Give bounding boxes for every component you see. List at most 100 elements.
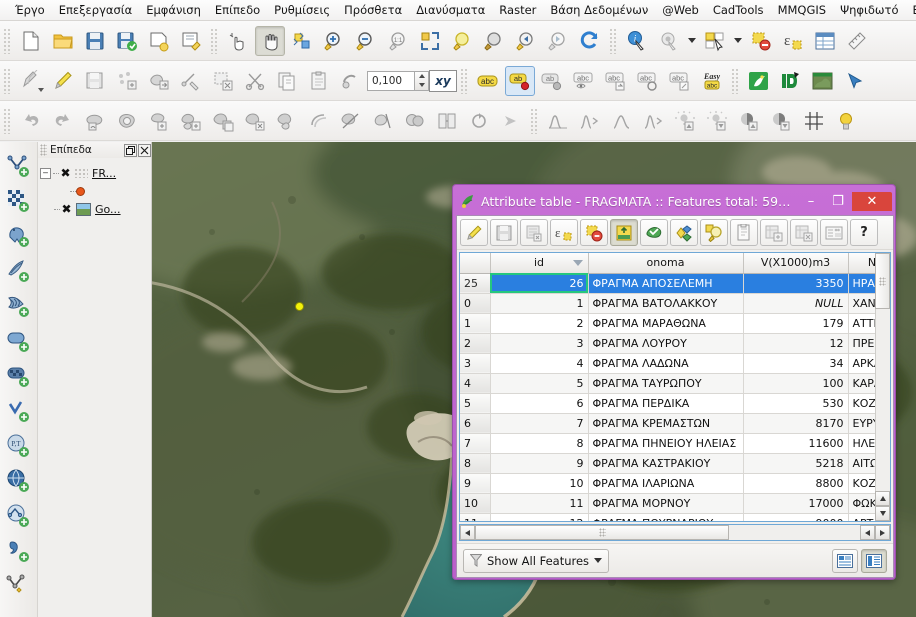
cell-volume[interactable]: 9000 xyxy=(743,513,849,521)
contrast-decrease-icon[interactable] xyxy=(767,106,797,136)
grass-icon[interactable] xyxy=(744,66,774,96)
new-spatialite-layer-icon[interactable] xyxy=(3,183,35,218)
cell-onoma[interactable]: ΦΡΑΓΜΑ ΚΡΕΜΑΣΤΩΝ xyxy=(588,413,744,434)
cell-volume[interactable]: 3350 xyxy=(743,273,849,294)
pan-to-selection-icon[interactable] xyxy=(287,26,317,56)
cell-id[interactable]: 8 xyxy=(490,433,589,454)
layer-visibility-checkbox-2[interactable]: ✖ xyxy=(60,202,73,216)
cell-volume[interactable]: 11600 xyxy=(743,433,849,454)
split-features-icon[interactable] xyxy=(336,106,366,136)
chevron-down-icon-2[interactable] xyxy=(734,38,742,43)
cell-id[interactable]: 4 xyxy=(490,353,589,374)
merge-attributes-icon[interactable] xyxy=(432,106,462,136)
save-project-as-icon[interactable] xyxy=(112,26,142,56)
table-row[interactable]: 4 5 ΦΡΑΓΜΑ ΤΑΥΡΩΠΟΥ 100 ΚΑΡΔΙΤΣΑΣ xyxy=(460,373,890,394)
cell-id[interactable]: 2 xyxy=(490,313,589,334)
save-project-icon[interactable] xyxy=(80,26,110,56)
histogram-icon[interactable] xyxy=(543,106,573,136)
table-row[interactable]: 3 4 ΦΡΑΓΜΑ ΛΑΔΩΝΑ 34 ΑΡΚΑΔΙΑΣ xyxy=(460,353,890,374)
select-all-icon[interactable] xyxy=(640,219,668,246)
contrast-increase-icon[interactable] xyxy=(735,106,765,136)
copy-selected-icon[interactable] xyxy=(730,219,758,246)
select-features-icon[interactable] xyxy=(700,26,730,56)
add-delimited-text-icon[interactable]: P,T xyxy=(3,428,35,463)
add-part-icon[interactable] xyxy=(144,106,174,136)
cell-onoma[interactable]: ΦΡΑΓΜΑ ΙΛΑΡΙΩΝΑ xyxy=(588,473,744,494)
cell-onoma[interactable]: ΦΡΑΓΜΑ ΚΑΣΤΡΑΚΙΟΥ xyxy=(588,453,744,474)
paste-features-icon[interactable] xyxy=(304,66,334,96)
invert-selection-icon[interactable] xyxy=(670,219,698,246)
table-view-icon[interactable] xyxy=(832,548,858,573)
toolbar3-grip-2[interactable] xyxy=(530,107,539,134)
deselect-features-icon[interactable] xyxy=(746,26,776,56)
copy-features-icon[interactable] xyxy=(272,66,302,96)
zoom-next-icon[interactable] xyxy=(543,26,573,56)
add-ring-icon[interactable] xyxy=(112,106,142,136)
toolbar2-grip-3[interactable] xyxy=(731,67,740,94)
hscroll-thumb[interactable] xyxy=(475,525,729,540)
toolbar-grip-3[interactable] xyxy=(609,27,618,54)
column-header-id[interactable]: id xyxy=(490,253,589,274)
menu-mmqgis[interactable]: MMQGIS xyxy=(771,1,834,20)
cell-id[interactable]: 3 xyxy=(490,333,589,354)
cell-onoma[interactable]: ΦΡΑΓΜΑ ΤΑΥΡΩΠΟΥ xyxy=(588,373,744,394)
new-project-icon[interactable] xyxy=(16,26,46,56)
table-row[interactable]: 11 12 ΦΡΑΓΜΑ ΠΟΥΡΝΑΡΙΟΥ 9000 ΑΡΤΑΣ xyxy=(460,513,890,521)
table-horizontal-scrollbar[interactable] xyxy=(459,524,891,541)
zoom-to-selection-icon[interactable] xyxy=(700,219,728,246)
add-oracle-layer-icon[interactable] xyxy=(3,323,35,358)
cumulative-stretch-icon[interactable] xyxy=(639,106,669,136)
hscroll-left-button[interactable] xyxy=(460,525,475,540)
split-parts-icon[interactable] xyxy=(368,106,398,136)
cell-onoma[interactable]: ΦΡΑΓΜΑ ΒΑΤΟΛΑΚΚΟΥ xyxy=(588,293,744,314)
cumulative-cut-icon[interactable] xyxy=(607,106,637,136)
table-row[interactable]: 6 7 ΦΡΑΓΜΑ ΚΡΕΜΑΣΤΩΝ 8170 ΕΥΡΥΤΑΝΙΑ xyxy=(460,413,890,434)
bulb-icon[interactable] xyxy=(831,106,861,136)
add-mssql-layer-icon[interactable] xyxy=(3,288,35,323)
layer-google-satellite[interactable]: ✖ Go... xyxy=(40,200,151,218)
cell-volume[interactable]: 100 xyxy=(743,373,849,394)
hscroll-right-button[interactable] xyxy=(875,525,890,540)
label-pin-icon[interactable]: ab xyxy=(505,65,535,96)
measure-icon[interactable] xyxy=(842,26,872,56)
georeferencer-icon[interactable] xyxy=(808,66,838,96)
maximize-button[interactable]: ❐ xyxy=(825,192,851,211)
table-row[interactable]: 7 8 ΦΡΑΓΜΑ ΠΗΝΕΙΟΥ ΗΛΕΙΑΣ 11600 ΗΛΕΙΑΣ xyxy=(460,433,890,454)
add-wms-layer-icon[interactable] xyxy=(3,463,35,498)
cell-id[interactable]: 26 xyxy=(490,273,589,294)
menu-mosaic[interactable]: Ψηφιδωτό xyxy=(833,1,905,20)
delete-part-icon[interactable] xyxy=(240,106,270,136)
open-attribute-table-icon[interactable] xyxy=(810,26,840,56)
menu-layer[interactable]: Επίπεδο xyxy=(208,1,267,20)
cell-volume[interactable]: NULL xyxy=(743,293,849,314)
panel-grip[interactable] xyxy=(40,144,47,156)
delete-ring-icon[interactable] xyxy=(208,106,238,136)
add-wcs-layer-icon[interactable] xyxy=(3,393,35,428)
chevron-down-icon[interactable] xyxy=(688,38,696,43)
add-arcgis-layer-icon[interactable] xyxy=(3,498,35,533)
table-row[interactable]: 8 9 ΦΡΑΓΜΑ ΚΑΣΤΡΑΚΙΟΥ 5218 ΑΙΤΩΛΟΑΚ xyxy=(460,453,890,474)
select-by-expression-icon[interactable] xyxy=(610,219,638,246)
delete-field-icon[interactable] xyxy=(790,219,818,246)
vscroll-thumb[interactable] xyxy=(875,253,890,309)
identify-features-icon[interactable]: i xyxy=(622,26,652,56)
feature-filter-button[interactable]: Show All Features xyxy=(463,548,610,573)
close-panel-button[interactable] xyxy=(138,143,151,157)
add-comma-layer-icon[interactable] xyxy=(3,533,35,568)
cell-id[interactable]: 9 xyxy=(490,453,589,474)
menu-settings[interactable]: Ρυθμίσεις xyxy=(267,1,337,20)
toolbar2-grip-2[interactable] xyxy=(460,67,469,94)
toggle-editing-icon[interactable] xyxy=(460,219,488,246)
add-spatialite-layer-icon[interactable] xyxy=(3,253,35,288)
fill-ring-icon[interactable] xyxy=(176,106,206,136)
refresh-icon[interactable] xyxy=(575,26,605,56)
arrow-right-icon[interactable] xyxy=(496,106,526,136)
chevron-down-icon[interactable] xyxy=(594,558,603,563)
toolbar2-grip[interactable] xyxy=(3,67,12,94)
label-unpin-icon[interactable]: ab xyxy=(537,66,567,96)
menu-plugins[interactable]: Πρόσθετα xyxy=(337,1,409,20)
table-row[interactable]: 10 11 ΦΡΑΓΜΑ ΜΟΡΝΟΥ 17000 ΦΩΚΙΔΑΣ xyxy=(460,493,890,514)
menu-web[interactable]: @Web xyxy=(655,1,706,20)
label-rotate-icon[interactable]: abc xyxy=(633,66,663,96)
snapping-options-icon[interactable] xyxy=(336,66,366,96)
